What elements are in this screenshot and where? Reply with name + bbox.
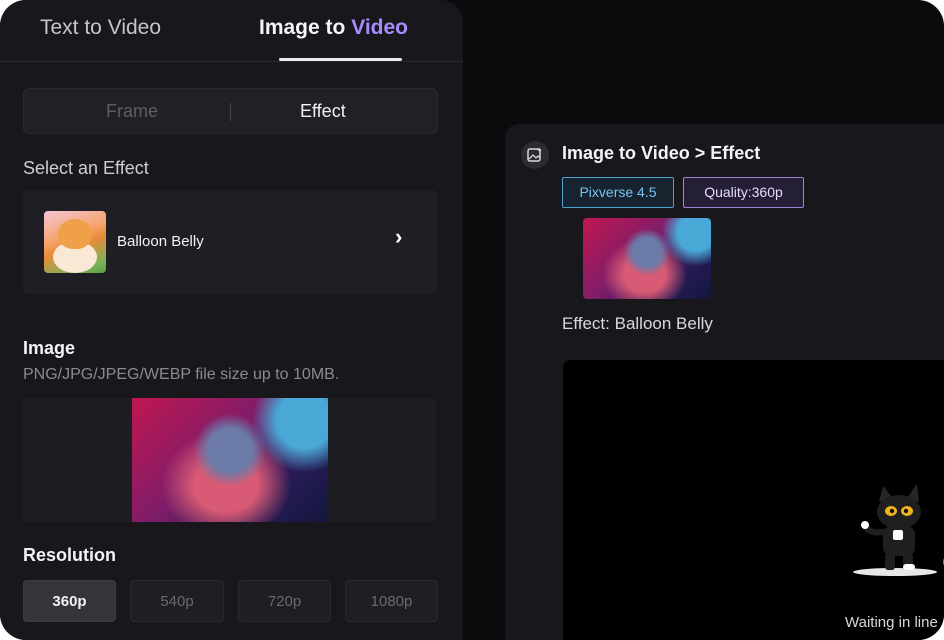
cat-mascot-icon [853, 484, 944, 576]
selected-effect-name: Balloon Belly [117, 233, 204, 250]
resolution-option-540p[interactable]: 540p [130, 580, 224, 622]
tab-image-to-video[interactable]: Image to Video [259, 16, 408, 40]
resolution-option-1080p[interactable]: 1080p [345, 580, 438, 622]
tab-frame[interactable]: Frame [106, 101, 158, 122]
queue-status-text: Waiting in line [845, 614, 938, 631]
image-upload-area[interactable] [23, 398, 436, 522]
uploaded-image-preview [132, 398, 328, 522]
select-effect-label: Select an Effect [23, 158, 149, 178]
resolution-option-720p[interactable]: 720p [238, 580, 331, 622]
resolution-option-360p[interactable]: 360p [23, 580, 116, 622]
chevron-right-icon: › [395, 224, 403, 249]
tab-divider [230, 103, 231, 121]
tab-text-to-video[interactable]: Text to Video [40, 16, 161, 40]
task-title: Image to Video > Effect [562, 143, 761, 163]
effect-caption: Effect: Balloon Belly [562, 314, 713, 333]
tab-image-to-video-accent: Video [351, 16, 408, 39]
app-window: Text to Video Image to Video Frame Effec… [0, 0, 944, 640]
model-badge: Pixverse 4.5 [562, 177, 674, 208]
image-label: Image [23, 338, 76, 358]
thumbnail-cat-head [58, 219, 92, 249]
image-video-icon [521, 141, 549, 169]
effect-selector[interactable]: Balloon Belly › [23, 190, 438, 294]
active-tab-indicator [279, 58, 402, 61]
tab-image-to-video-prefix: Image to [259, 16, 352, 39]
resolution-label: Resolution [23, 545, 116, 565]
effect-thumbnail [44, 211, 106, 273]
tab-effect[interactable]: Effect [300, 101, 346, 122]
generation-settings-panel: Text to Video Image to Video Frame Effec… [0, 0, 463, 640]
task-card: Image to Video > Effect Pixverse 4.5 Qua… [505, 124, 944, 640]
quality-badge: Quality:360p [683, 177, 804, 208]
input-type-tabs: Frame Effect [23, 88, 438, 134]
task-source-thumbnail[interactable] [583, 218, 711, 299]
image-file-hint: PNG/JPG/JPEG/WEBP file size up to 10MB. [23, 366, 340, 383]
video-result-area: Waiting in line [563, 360, 944, 640]
mode-tabs: Text to Video Image to Video [0, 0, 463, 62]
